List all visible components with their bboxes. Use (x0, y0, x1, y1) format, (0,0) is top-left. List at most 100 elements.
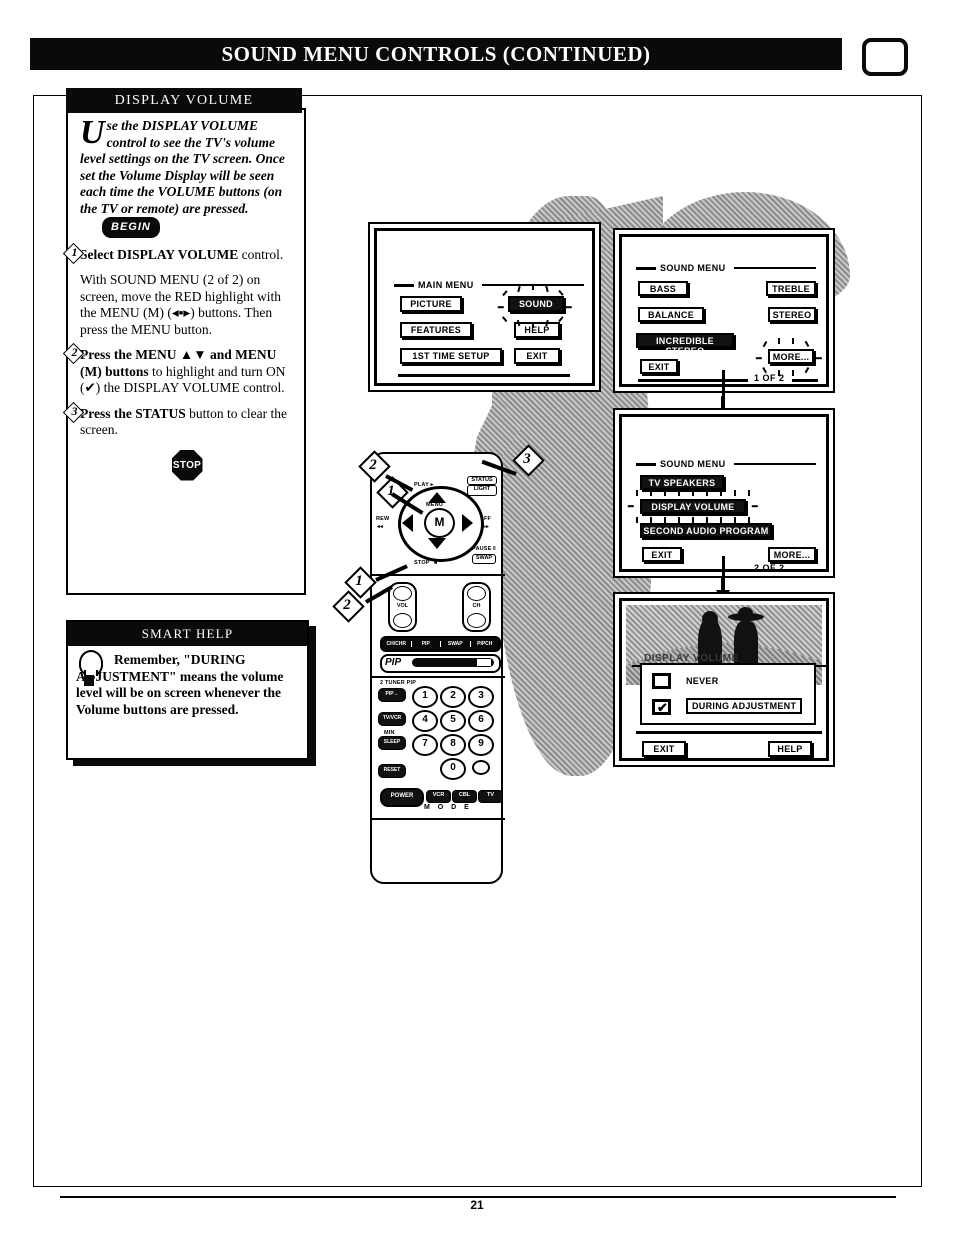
keypad-3[interactable]: 3 (468, 686, 494, 708)
drop-cap: U (80, 114, 105, 151)
checkbox-never-label: NEVER (686, 676, 719, 686)
callout-3-number: 3 (523, 451, 531, 467)
osd-button-exit-sound1[interactable]: EXIT (640, 359, 678, 374)
stop-label: STOP (414, 560, 430, 566)
step-3-number: 3 (71, 403, 78, 418)
step-2-number-marker: 2 (62, 342, 90, 365)
osd-button-picture[interactable]: PICTURE (400, 296, 462, 312)
screen-sound-menu-1: SOUND MENU BASS BALANCE INCREDIBLE STERE… (613, 228, 835, 393)
osd-button-stereo[interactable]: STEREO (768, 307, 816, 322)
osd-button-help[interactable]: HELP (514, 322, 560, 338)
osd-button-display-volume[interactable]: DISPLAY VOLUME (640, 499, 746, 514)
page-number: 21 (470, 1198, 484, 1212)
dpad-left-arrow-icon[interactable] (402, 514, 413, 532)
sound-menu-2-page-label: 2 OF 2 (754, 563, 785, 573)
step-1-number-marker: 1 (62, 242, 90, 264)
callout-2-upper-number: 2 (369, 457, 377, 473)
ff-symbol: ▸▸ (483, 524, 489, 530)
pip-label: PIP (385, 657, 402, 668)
person-head-right (738, 607, 753, 620)
keypad-9[interactable]: 9 (468, 734, 494, 756)
function-key-row[interactable]: CH/CHR PIP SWAP PIPCH (380, 636, 501, 652)
osd-button-second-audio-program[interactable]: SECOND AUDIO PROGRAM (640, 523, 772, 538)
instruction-box-title: DISPLAY VOLUME (114, 93, 254, 108)
keypad-7[interactable]: 7 (412, 734, 438, 756)
pip-control-row[interactable]: PIP (380, 654, 501, 673)
keypad-8[interactable]: 8 (440, 734, 466, 756)
osd-button-bass[interactable]: BASS (638, 281, 688, 296)
step-2-text: Press the MENU ▲▼ and MENU (M) buttons t… (80, 347, 294, 397)
function-key-pipch[interactable]: PIPCH (471, 641, 500, 647)
osd-button-more-sound2[interactable]: MORE... (768, 547, 816, 562)
keypad-5[interactable]: 5 (440, 710, 466, 732)
channel-rocker[interactable]: CH (462, 582, 491, 632)
step-1-text: Select DISPLAY VOLUME control. (80, 247, 294, 264)
osd-button-incredible-stereo[interactable]: INCREDIBLE STEREO (636, 333, 734, 356)
sleep-button[interactable]: SLEEP (378, 736, 406, 750)
sound-menu-2-heading-row: SOUND MENU (636, 459, 816, 469)
sound-menu-1-page-label: 1 OF 2 (754, 373, 785, 383)
lightbulb-icon (76, 650, 103, 690)
display-volume-options-panel: NEVER ✔ DURING ADJUSTMENT (640, 663, 816, 725)
osd-button-tv-speakers[interactable]: TV SPEAKERS (640, 475, 724, 490)
osd-button-more-sound1[interactable]: MORE... (768, 349, 814, 364)
mode-button-tv[interactable]: TV (478, 790, 503, 803)
keypad-6[interactable]: 6 (468, 710, 494, 732)
channel-rocker-label: CH (472, 603, 481, 609)
checkbox-never[interactable] (652, 673, 671, 689)
osd-button-treble[interactable]: TREBLE (766, 281, 816, 296)
pip-toggle-button[interactable]: PIP↔ (378, 688, 406, 702)
tv-screen-icon (862, 38, 908, 76)
keypad-dash-button[interactable] (472, 760, 490, 775)
swap-button[interactable]: SWAP (472, 554, 496, 564)
keypad-2[interactable]: 2 (440, 686, 466, 708)
step-3-text: Press the STATUS button to clear the scr… (80, 406, 294, 439)
osd-button-1st-time-setup[interactable]: 1ST TIME SETUP (400, 348, 502, 364)
tv-vcr-button[interactable]: TV/VCR (378, 712, 406, 726)
osd-button-exit-dv[interactable]: EXIT (642, 741, 686, 757)
pip-slider-bar[interactable] (412, 658, 494, 667)
function-key-pip[interactable]: PIP (412, 641, 441, 647)
power-button[interactable]: POWER (380, 788, 424, 807)
callout-2-upper: 2 (358, 450, 400, 483)
menu-label: MENU (426, 502, 443, 508)
pause-symbol: ‖ (493, 546, 496, 552)
check-mark-icon: ✔ (657, 700, 668, 715)
keypad-1[interactable]: 1 (412, 686, 438, 708)
screen-display-volume: DISPLAY VOLUME NEVER ✔ DURING ADJUSTMENT… (613, 592, 835, 767)
osd-button-features[interactable]: FEATURES (400, 322, 472, 338)
stop-symbol: ■ (434, 560, 438, 566)
callout-1-lower-number: 1 (355, 573, 363, 589)
step-1-number: 1 (71, 244, 78, 259)
intro-paragraph: Use the DISPLAY VOLUME control to see th… (80, 114, 294, 238)
screen-main-menu: MAIN MENU PICTURE FEATURES 1ST TIME SETU… (368, 222, 601, 392)
osd-button-balance[interactable]: BALANCE (638, 307, 704, 322)
sound-menu-2-heading: SOUND MENU (660, 459, 726, 469)
status-button-top-label: STATUS (467, 476, 497, 485)
volume-rocker[interactable]: VOL (388, 582, 417, 632)
intro-text: se the DISPLAY VOLUME control to see the… (80, 118, 285, 216)
sound-menu-1-heading: SOUND MENU (660, 263, 726, 273)
osd-button-exit-sound2[interactable]: EXIT (642, 547, 682, 562)
dpad-right-arrow-icon[interactable] (462, 514, 473, 532)
smart-help-body: Remember, "DURING ADJUSTMENT" means the … (68, 646, 307, 722)
keypad-0[interactable]: 0 (440, 758, 466, 780)
reset-button[interactable]: RESET (378, 764, 406, 778)
mode-button-vcr[interactable]: VCR (426, 790, 451, 803)
rew-label: REW (376, 516, 390, 522)
status-light-button[interactable]: LIGHT (467, 485, 497, 496)
callout-2-lower: 2 (332, 590, 374, 623)
osd-button-sound[interactable]: SOUND (508, 296, 564, 312)
function-key-swap[interactable]: SWAP (441, 641, 471, 647)
osd-button-exit[interactable]: EXIT (514, 348, 560, 364)
dpad-down-arrow-icon[interactable] (428, 538, 446, 549)
osd-button-help-dv[interactable]: HELP (768, 741, 812, 757)
mode-button-cbl[interactable]: CBL (452, 790, 477, 803)
callout-3: 3 (512, 444, 554, 477)
remote-control: M MENU PLAY ▸ REW ◂◂ FF ▸▸ STOP ■ PAUSE … (370, 452, 505, 884)
menu-center-button[interactable]: M (424, 508, 455, 538)
keypad-4[interactable]: 4 (412, 710, 438, 732)
checkbox-during-adjustment[interactable]: ✔ (652, 699, 671, 715)
function-key-ch-chr[interactable]: CH/CHR (382, 641, 412, 647)
step-1-bold: Select DISPLAY VOLUME (80, 246, 239, 262)
